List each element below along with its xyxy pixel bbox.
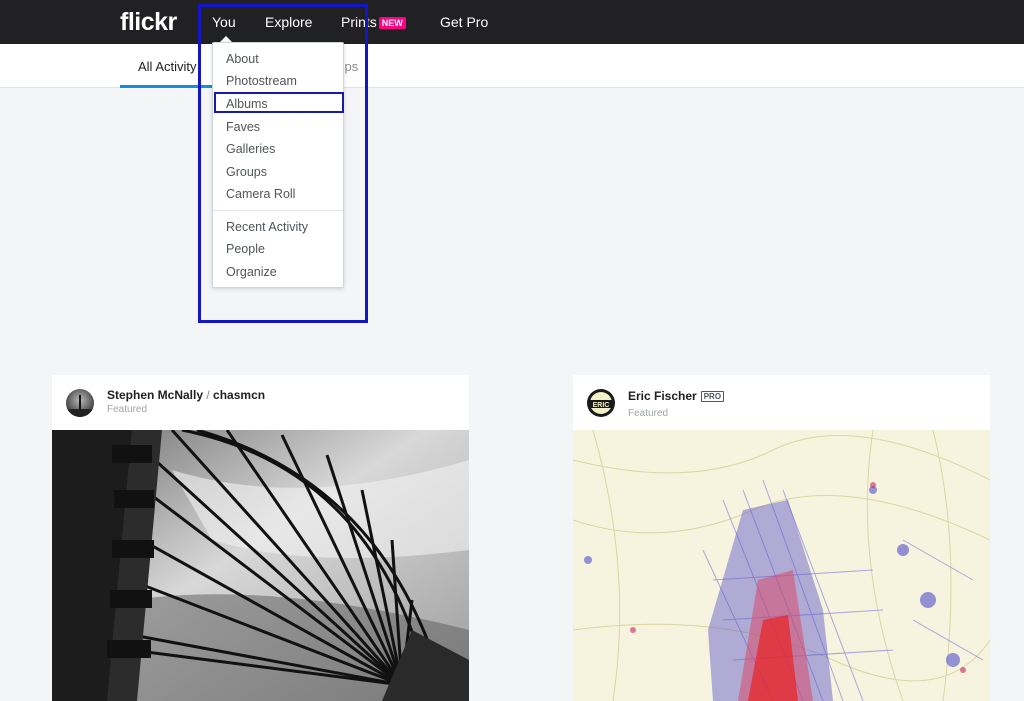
new-badge: NEW bbox=[378, 17, 406, 29]
activity-card: Stephen McNally / chasmcn Featured bbox=[52, 375, 469, 701]
avatar[interactable]: ERIC bbox=[587, 389, 615, 417]
svg-text:ERIC: ERIC bbox=[593, 402, 610, 409]
author-name[interactable]: Stephen McNally / chasmcn bbox=[107, 388, 265, 402]
annotation-highlight-box bbox=[198, 4, 368, 323]
author-display-name[interactable]: Eric Fischer bbox=[628, 389, 697, 403]
flickr-logo[interactable]: flickr bbox=[120, 8, 177, 37]
ferris-wheel-photo[interactable] bbox=[52, 428, 469, 701]
author-name[interactable]: Eric Fischer PRO bbox=[628, 389, 725, 403]
activity-card: ERIC Eric Fischer PRO Featured bbox=[573, 375, 990, 701]
tab-all-activity[interactable]: All Activity bbox=[138, 59, 197, 74]
avatar[interactable] bbox=[66, 389, 94, 417]
pro-badge: PRO bbox=[700, 391, 725, 402]
featured-label: Featured bbox=[628, 408, 669, 419]
nav-get-pro[interactable]: Get Pro bbox=[440, 14, 488, 30]
top-navigation-bar: flickr You Explore Prints NEW Get Pro bbox=[0, 0, 1024, 44]
author-display-name[interactable]: Stephen McNally bbox=[107, 388, 203, 402]
author-username[interactable]: chasmcn bbox=[213, 388, 265, 402]
featured-label: Featured bbox=[107, 404, 148, 415]
city-map-photo[interactable] bbox=[573, 429, 990, 701]
activity-subnav: All Activity oups bbox=[0, 44, 1024, 88]
